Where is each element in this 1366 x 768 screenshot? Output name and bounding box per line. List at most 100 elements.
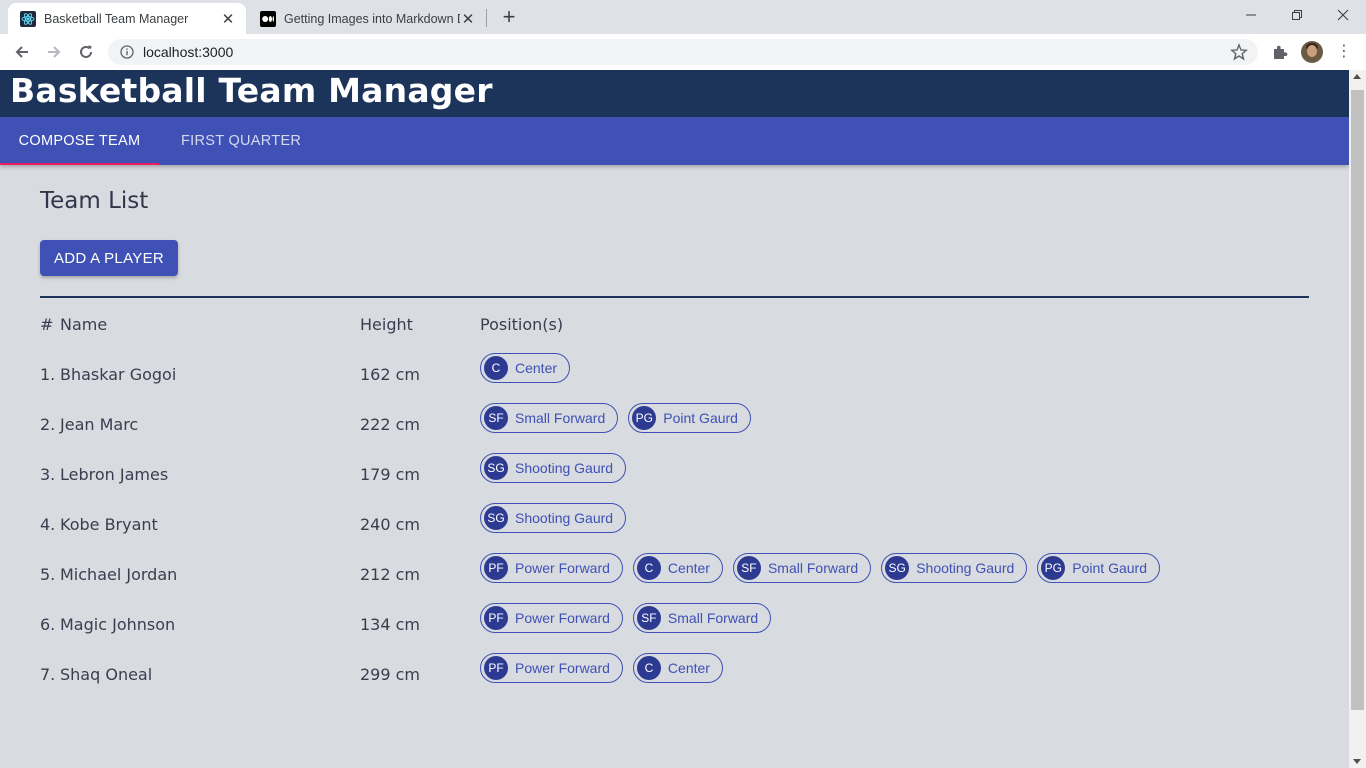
- player-positions: SG Shooting Gaurd: [480, 453, 627, 483]
- player-name: Jean Marc: [60, 415, 139, 434]
- extensions-puzzle-icon[interactable]: [1270, 42, 1290, 62]
- position-chip-avatar: PG: [1041, 556, 1066, 580]
- player-number: 3.: [40, 465, 56, 484]
- position-chip[interactable]: SF Small Forward: [632, 603, 772, 633]
- position-chip-label: Small Forward: [667, 610, 759, 626]
- position-chip[interactable]: PG Point Gaurd: [1037, 553, 1160, 583]
- address-bar[interactable]: localhost:3000: [108, 39, 1258, 65]
- position-chip-label: Shooting Gaurd: [515, 460, 614, 476]
- restore-icon[interactable]: [1274, 0, 1320, 30]
- scroll-down-arrow-icon[interactable]: [1353, 759, 1361, 764]
- position-chip[interactable]: PF Power Forward: [480, 553, 623, 583]
- page-scrollbar[interactable]: [1349, 70, 1366, 768]
- player-name: Shaq Oneal: [60, 665, 153, 684]
- profile-avatar[interactable]: [1301, 41, 1323, 63]
- table-row: 4. Kobe Bryant 240 cm SG Shooting Gaurd: [40, 503, 1309, 545]
- scrollbar-thumb[interactable]: [1351, 90, 1364, 710]
- position-chip-label: Shooting Gaurd: [515, 510, 614, 526]
- position-chip-label: Small Forward: [515, 410, 606, 426]
- url-text: localhost:3000: [143, 44, 234, 60]
- position-chip[interactable]: SG Shooting Gaurd: [480, 503, 627, 533]
- info-icon[interactable]: [120, 45, 134, 59]
- player-number: 7.: [40, 665, 56, 684]
- page-viewport: Basketball Team Manager COMPOSE TEAM FIR…: [0, 70, 1349, 768]
- browser-menu-icon[interactable]: ⋮: [1336, 42, 1352, 62]
- position-chip-avatar: PG: [632, 406, 657, 430]
- position-chip[interactable]: C Center: [480, 353, 571, 383]
- close-window-icon[interactable]: [1320, 0, 1366, 30]
- position-chip-avatar: SG: [885, 556, 910, 580]
- position-chip-avatar: C: [636, 556, 661, 580]
- tab-label: COMPOSE TEAM: [18, 133, 141, 149]
- browser-tab-title: Getting Images into Markdown D: [284, 11, 460, 26]
- bookmark-star-icon[interactable]: [1230, 43, 1248, 61]
- position-chip[interactable]: PG Point Gaurd: [628, 403, 751, 433]
- close-tab-icon[interactable]: ✕: [460, 10, 476, 28]
- position-chip[interactable]: PF Power Forward: [480, 653, 623, 683]
- table-header: # Name Height Position(s): [40, 315, 1309, 345]
- position-chip[interactable]: SF Small Forward: [480, 403, 619, 433]
- back-arrow-icon[interactable]: [10, 40, 34, 64]
- table-row: 1. Bhaskar Gogoi 162 cm C Center: [40, 353, 1309, 395]
- player-height: 179 cm: [360, 465, 421, 484]
- position-chip-avatar: SG: [484, 456, 508, 480]
- position-chip[interactable]: SG Shooting Gaurd: [480, 453, 627, 483]
- react-logo-icon: [20, 10, 36, 27]
- player-height: 162 cm: [360, 365, 421, 384]
- new-tab-icon[interactable]: +: [498, 4, 520, 30]
- position-chip[interactable]: C Center: [632, 553, 723, 583]
- player-number: 5.: [40, 565, 56, 584]
- player-number: 2.: [40, 415, 56, 434]
- tab-first-quarter[interactable]: FIRST QUARTER: [181, 117, 301, 165]
- browser-tab-strip: Basketball Team Manager ✕ Getting Images…: [0, 0, 1366, 34]
- active-tab-indicator: [0, 163, 159, 165]
- browser-tab-active[interactable]: Basketball Team Manager ✕: [8, 3, 246, 34]
- player-height: 299 cm: [360, 665, 421, 684]
- table-row: 6. Magic Johnson 134 cm PF Power Forward SF Sm…: [40, 603, 1309, 645]
- player-number: 1.: [40, 365, 56, 384]
- table-row: 7. Shaq Oneal 299 cm PF Power Forward C Center: [40, 653, 1309, 695]
- position-chip-avatar: SF: [736, 556, 761, 580]
- column-header-height: Height: [360, 315, 413, 334]
- section-title: Team List: [40, 188, 149, 214]
- position-chip-avatar: PF: [484, 606, 508, 630]
- player-name: Michael Jordan: [60, 565, 178, 584]
- add-player-button[interactable]: ADD A PLAYER: [40, 240, 178, 276]
- scroll-up-arrow-icon[interactable]: [1353, 74, 1361, 79]
- position-chip-label: Small Forward: [767, 560, 859, 576]
- divider: [40, 296, 1309, 298]
- reload-icon[interactable]: [74, 40, 98, 64]
- position-chip[interactable]: SG Shooting Gaurd: [881, 553, 1028, 583]
- position-chip-label: Point Gaurd: [1072, 560, 1147, 576]
- position-chip-label: Power Forward: [515, 560, 610, 576]
- minimize-icon[interactable]: [1228, 0, 1274, 30]
- player-name: Kobe Bryant: [60, 515, 158, 534]
- position-chip-avatar: SF: [636, 606, 661, 630]
- close-tab-icon[interactable]: ✕: [220, 10, 236, 28]
- browser-toolbar: localhost:3000: [0, 34, 1366, 70]
- position-chip-label: Center: [667, 660, 710, 676]
- table-row: 3. Lebron James 179 cm SG Shooting Gaurd: [40, 453, 1309, 495]
- table-row: 2. Jean Marc 222 cm SF Small Forward PG Point …: [40, 403, 1309, 445]
- tab-compose-team[interactable]: COMPOSE TEAM: [0, 117, 159, 165]
- position-chip-avatar: SG: [484, 506, 508, 530]
- browser-tab-inactive[interactable]: Getting Images into Markdown D ✕: [248, 3, 486, 34]
- position-chip-label: Power Forward: [515, 610, 610, 626]
- position-chip-avatar: C: [636, 656, 661, 680]
- position-chip-label: Power Forward: [515, 660, 610, 676]
- position-chip[interactable]: SF Small Forward: [732, 553, 872, 583]
- position-chip-label: Center: [515, 360, 558, 376]
- app-header: Basketball Team Manager: [0, 70, 1349, 117]
- player-positions: PF Power Forward C Center SF Small Forward SG S…: [480, 553, 1160, 583]
- position-chip[interactable]: PF Power Forward: [480, 603, 623, 633]
- app-nav-tabs: COMPOSE TEAM FIRST QUARTER: [0, 117, 1349, 165]
- position-chip-avatar: C: [484, 356, 508, 380]
- player-height: 222 cm: [360, 415, 421, 434]
- position-chip[interactable]: C Center: [632, 653, 723, 683]
- tab-separator: [486, 9, 487, 27]
- player-height: 134 cm: [360, 615, 421, 634]
- table-row: 5. Michael Jordan 212 cm PF Power Forward C Ce…: [40, 553, 1309, 595]
- app-title: Basketball Team Manager: [10, 71, 493, 110]
- position-chip-label: Shooting Gaurd: [916, 560, 1015, 576]
- forward-arrow-icon[interactable]: [42, 40, 66, 64]
